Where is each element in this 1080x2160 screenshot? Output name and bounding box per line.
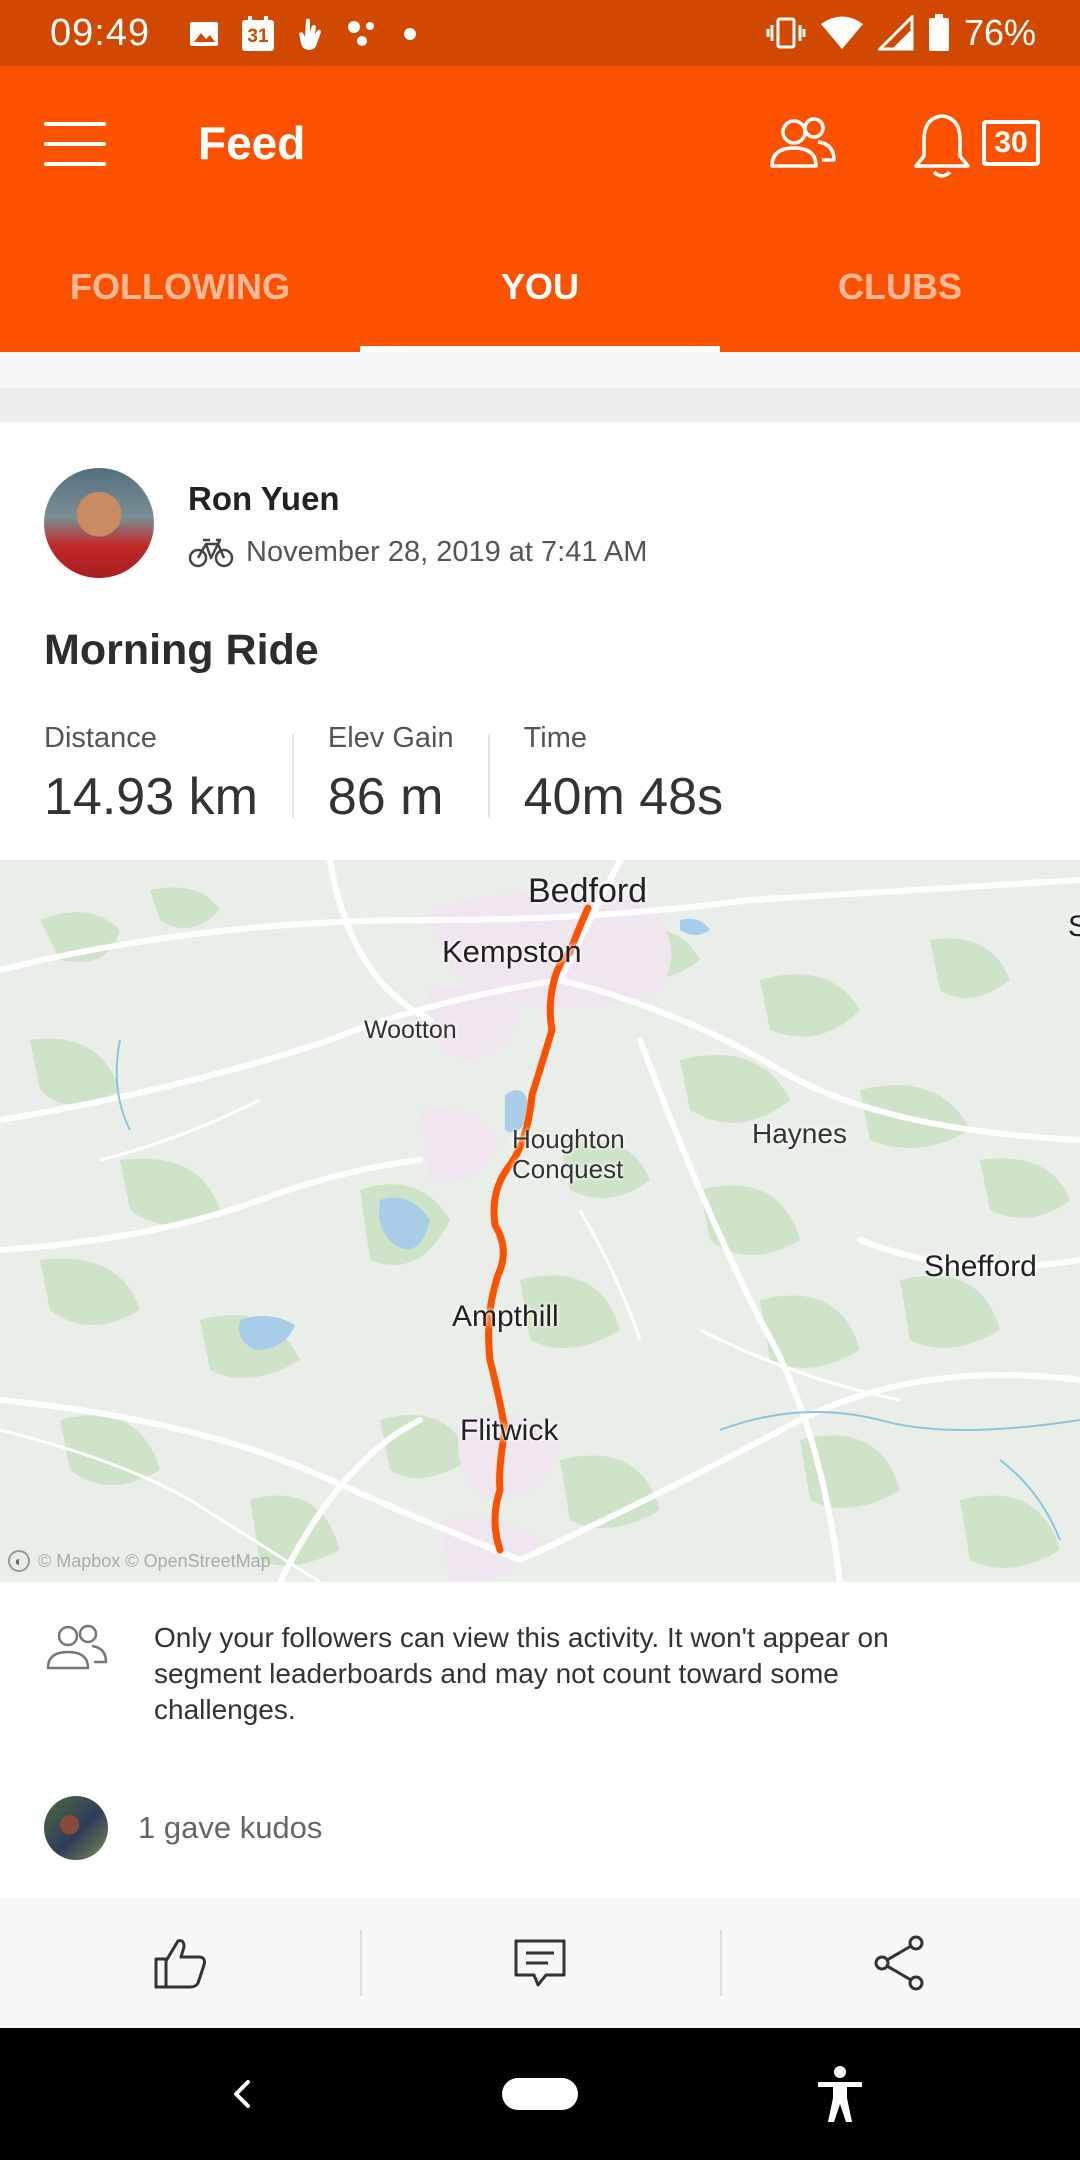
route-map[interactable]: Bedford Kempston Wootton Houghton Conque… bbox=[0, 860, 1080, 1582]
activity-card[interactable]: Ron Yuen November 28, 2019 at 7:41 AM Mo… bbox=[0, 422, 1080, 1898]
stat-value: 40m 48s bbox=[523, 768, 724, 826]
stat-value: 86 m bbox=[327, 768, 444, 826]
map-label-wootton: Wootton bbox=[364, 1016, 457, 1044]
signal-icon bbox=[877, 15, 914, 51]
share-button[interactable] bbox=[720, 1898, 1080, 2028]
attribution-text: © Mapbox © OpenStreetMap bbox=[38, 1550, 271, 1571]
privacy-text: Only your followers can view this activi… bbox=[154, 1622, 889, 1725]
followers-icon bbox=[46, 1624, 108, 1670]
notifications-button[interactable]: 30 bbox=[912, 110, 1046, 180]
battery-percent: 76% bbox=[963, 12, 1036, 53]
status-time: 09:49 bbox=[50, 12, 151, 54]
notification-count-badge: 30 bbox=[982, 120, 1040, 166]
give-kudos-button[interactable] bbox=[0, 1898, 360, 2028]
kudos-row[interactable]: 1 gave kudos bbox=[0, 1738, 1080, 1898]
status-notification-icons: 31 bbox=[188, 14, 420, 54]
app-bar: Feed 30 FOLLOWING YOU CLUBS bbox=[0, 66, 1080, 352]
menu-button[interactable] bbox=[44, 120, 108, 170]
map-label-conquest: Conquest bbox=[512, 1154, 624, 1184]
status-bar: 09:49 31 76% bbox=[0, 0, 1080, 66]
image-icon bbox=[190, 22, 218, 46]
kudos-avatar[interactable] bbox=[44, 1796, 108, 1860]
map-label-houghton: Houghton bbox=[512, 1124, 625, 1154]
activity-action-bar bbox=[0, 1898, 1080, 2028]
stat-value: 14.93 km bbox=[44, 768, 258, 826]
page-title: Feed bbox=[198, 117, 306, 169]
privacy-notice: Only your followers can view this activi… bbox=[0, 1582, 1080, 1738]
status-system-icons: 76% bbox=[766, 10, 1036, 56]
stat-label: Elev Gain bbox=[327, 722, 454, 754]
map-label-shefford: Shefford bbox=[924, 1250, 1037, 1283]
comment-button[interactable] bbox=[360, 1898, 720, 2028]
battery-icon bbox=[928, 14, 949, 51]
mapbox-logo-icon: ◐ bbox=[8, 1550, 30, 1572]
activity-stats: Distance 14.93 km Elev Gain 86 m Time 40… bbox=[44, 722, 791, 832]
tab-you[interactable]: YOU bbox=[360, 220, 720, 352]
hand-icon bbox=[299, 18, 321, 50]
bike-icon bbox=[188, 538, 234, 568]
back-icon[interactable] bbox=[222, 2070, 262, 2118]
accessibility-icon[interactable] bbox=[814, 2064, 866, 2124]
map-label-ampthill: Ampthill bbox=[452, 1300, 559, 1333]
map-label-edge: S bbox=[1068, 910, 1080, 943]
dot-icon bbox=[404, 28, 416, 40]
map-attribution[interactable]: ◐ © Mapbox © OpenStreetMap bbox=[8, 1550, 271, 1572]
athlete-avatar[interactable] bbox=[44, 468, 154, 578]
activity-title[interactable]: Morning Ride bbox=[44, 626, 319, 675]
stat-label: Time bbox=[523, 722, 587, 754]
tab-clubs[interactable]: CLUBS bbox=[720, 220, 1080, 352]
map-label-bedford: Bedford bbox=[528, 872, 648, 910]
find-friends-button[interactable] bbox=[766, 114, 838, 174]
map-label-flitwick: Flitwick bbox=[460, 1414, 559, 1447]
home-button[interactable] bbox=[502, 2078, 578, 2110]
share-icon bbox=[874, 1935, 924, 1991]
tab-following[interactable]: FOLLOWING bbox=[0, 220, 360, 352]
bell-icon bbox=[914, 114, 970, 178]
dots-icon bbox=[348, 21, 374, 46]
feed-divider bbox=[0, 388, 1080, 422]
calendar-day: 31 bbox=[247, 26, 269, 47]
kudos-count[interactable]: 1 gave kudos bbox=[138, 1810, 322, 1846]
map-label-kempston: Kempston bbox=[442, 934, 582, 969]
activity-meta: November 28, 2019 at 7:41 AM bbox=[188, 532, 647, 572]
previous-card-edge bbox=[0, 352, 1080, 388]
stat-label: Distance bbox=[44, 722, 157, 754]
system-nav-bar bbox=[0, 2028, 1080, 2160]
stat-time: Time 40m 48s bbox=[524, 722, 757, 826]
activity-datetime: November 28, 2019 at 7:41 AM bbox=[246, 535, 648, 568]
feed-tabs: FOLLOWING YOU CLUBS bbox=[0, 220, 1080, 352]
calendar-icon: 31 bbox=[240, 15, 276, 53]
stat-elev-gain: Elev Gain 86 m bbox=[328, 722, 490, 826]
kudos-icon bbox=[154, 1939, 206, 1989]
wifi-icon bbox=[820, 16, 863, 49]
athlete-name[interactable]: Ron Yuen bbox=[188, 480, 340, 518]
stat-distance: Distance 14.93 km bbox=[44, 722, 294, 826]
vibrate-icon bbox=[766, 17, 806, 49]
people-icon bbox=[770, 117, 836, 168]
comment-icon bbox=[514, 1939, 566, 1987]
map-label-haynes: Haynes bbox=[752, 1118, 847, 1149]
